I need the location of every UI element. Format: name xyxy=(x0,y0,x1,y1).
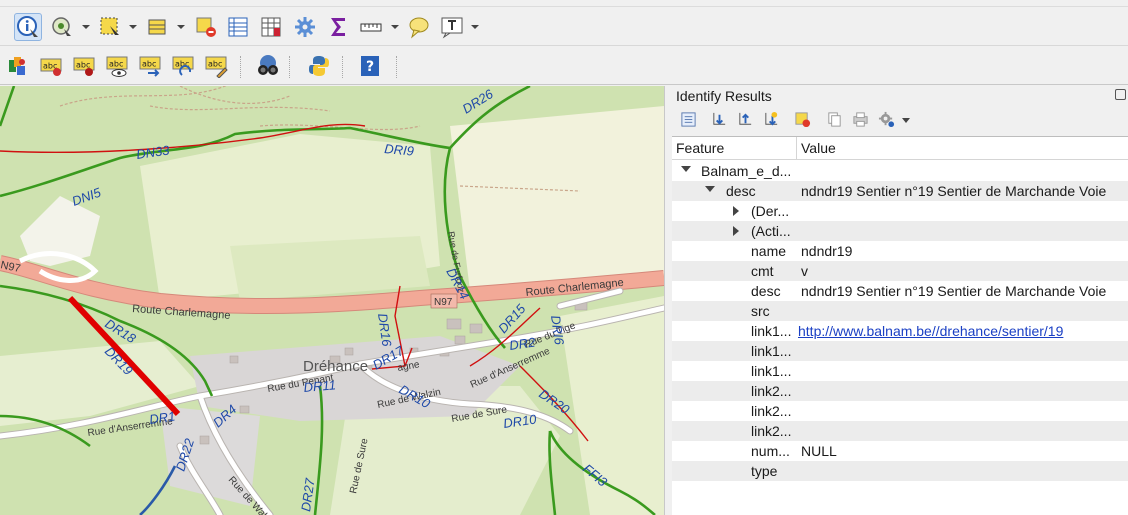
toolbar-separator xyxy=(396,56,397,78)
binoculars-icon[interactable] xyxy=(254,52,282,80)
collapse-all-icon[interactable] xyxy=(735,109,755,129)
attribute-row[interactable]: src xyxy=(672,301,1128,321)
attribute-table-select-icon[interactable] xyxy=(144,13,172,41)
attribute-link[interactable]: http://www.balnam.be//drehance/sentier/1… xyxy=(798,323,1063,339)
map-canvas[interactable]: Route Charlemagne Route Charlemagne N97 … xyxy=(0,86,664,515)
tree-row-layer[interactable]: Balnam_e_d... xyxy=(672,161,1128,181)
trail-label: DRI9 xyxy=(384,141,415,159)
svg-text:abc: abc xyxy=(109,60,123,69)
results-tree[interactable]: Feature Value Balnam_e_d... desc ndndr19… xyxy=(672,136,1128,515)
help-icon[interactable]: ? xyxy=(356,52,384,80)
identify-icon[interactable] xyxy=(14,13,42,41)
label-toolbar: abc abc abc abc abc abc ? xyxy=(0,47,1128,85)
tree-row-actions[interactable]: (Acti... xyxy=(672,221,1128,241)
toolbar-separator xyxy=(342,56,343,78)
panel-splitter[interactable] xyxy=(664,86,672,515)
column-header-value[interactable]: Value xyxy=(801,140,836,156)
tree-row-derived[interactable]: (Der... xyxy=(672,201,1128,221)
label-pin-icon[interactable]: abc xyxy=(70,52,98,80)
identify-toolbar xyxy=(672,106,1128,132)
attribute-row[interactable]: link1... http://www.balnam.be//drehance/… xyxy=(672,321,1128,341)
chevron-down-icon[interactable] xyxy=(390,23,400,31)
label-icon[interactable]: abc xyxy=(37,52,65,80)
attribute-row[interactable]: link1... xyxy=(672,361,1128,381)
attribute-row[interactable]: desc ndndr19 Sentier n°19 Sentier de Mar… xyxy=(672,281,1128,301)
attribute-row[interactable]: type xyxy=(672,461,1128,481)
attribute-row[interactable]: link2... xyxy=(672,401,1128,421)
open-table-icon[interactable] xyxy=(224,13,252,41)
layer-style-icon[interactable] xyxy=(4,52,32,80)
deselect-icon[interactable] xyxy=(192,13,220,41)
chevron-down-icon[interactable] xyxy=(901,117,911,125)
attribute-row[interactable]: link2... xyxy=(672,381,1128,401)
python-icon[interactable] xyxy=(305,52,333,80)
chevron-down-icon[interactable] xyxy=(81,23,91,31)
chevron-down-icon[interactable] xyxy=(470,23,480,31)
panel-title: Identify Results xyxy=(676,88,772,104)
svg-text:abc: abc xyxy=(142,60,156,69)
tree-header: Feature Value xyxy=(672,137,1128,160)
expand-new-results-icon[interactable] xyxy=(761,109,781,129)
toolbar-separator xyxy=(289,56,290,78)
collapse-arrow-icon[interactable] xyxy=(705,186,715,192)
tree-row-feature[interactable]: desc ndndr19 Sentier n°19 Sentier de Mar… xyxy=(672,181,1128,201)
chevron-down-icon[interactable] xyxy=(128,23,138,31)
attribute-row[interactable]: link2... xyxy=(672,421,1128,441)
processing-gear-icon[interactable] xyxy=(291,13,319,41)
attribute-row[interactable]: link1... xyxy=(672,341,1128,361)
trail-label: DR11 xyxy=(303,377,336,395)
statistics-sigma-icon[interactable] xyxy=(324,13,352,41)
text-annotation-icon[interactable] xyxy=(438,13,466,41)
label-rotate-icon[interactable]: abc xyxy=(169,52,197,80)
expand-tree-icon[interactable] xyxy=(678,109,698,129)
float-panel-icon[interactable] xyxy=(1115,89,1126,100)
svg-text:abc: abc xyxy=(208,60,222,69)
label-show-icon[interactable]: abc xyxy=(103,52,131,80)
attributes-toolbar xyxy=(0,8,1128,46)
window-top-strip xyxy=(0,0,1128,7)
clear-results-icon[interactable] xyxy=(792,109,812,129)
label-change-icon[interactable]: abc xyxy=(202,52,230,80)
svg-text:?: ? xyxy=(366,59,374,75)
print-icon[interactable] xyxy=(850,109,870,129)
identify-results-panel: Identify Results Feature Value Balnam_e_… xyxy=(672,86,1128,515)
label-move-icon[interactable]: abc xyxy=(136,52,164,80)
toolbar-separator xyxy=(240,56,241,78)
attribute-row[interactable]: num... NULL xyxy=(672,441,1128,461)
attribute-row[interactable]: cmt v xyxy=(672,261,1128,281)
copy-icon[interactable] xyxy=(824,109,844,129)
expand-all-icon[interactable] xyxy=(709,109,729,129)
expand-arrow-icon[interactable] xyxy=(733,226,739,236)
field-calculator-icon[interactable] xyxy=(257,13,285,41)
attribute-row[interactable]: name ndndr19 xyxy=(672,241,1128,261)
map-tip-icon[interactable] xyxy=(405,13,433,41)
svg-text:Dréhance: Dréhance xyxy=(303,358,368,375)
action-icon[interactable] xyxy=(48,13,76,41)
expand-arrow-icon[interactable] xyxy=(733,206,739,216)
select-icon[interactable] xyxy=(96,13,124,41)
svg-text:N97: N97 xyxy=(434,297,453,308)
column-header-feature[interactable]: Feature xyxy=(676,140,724,156)
measure-icon[interactable] xyxy=(357,13,385,41)
collapse-arrow-icon[interactable] xyxy=(681,166,691,172)
chevron-down-icon[interactable] xyxy=(176,23,186,31)
identify-settings-icon[interactable] xyxy=(876,109,896,129)
